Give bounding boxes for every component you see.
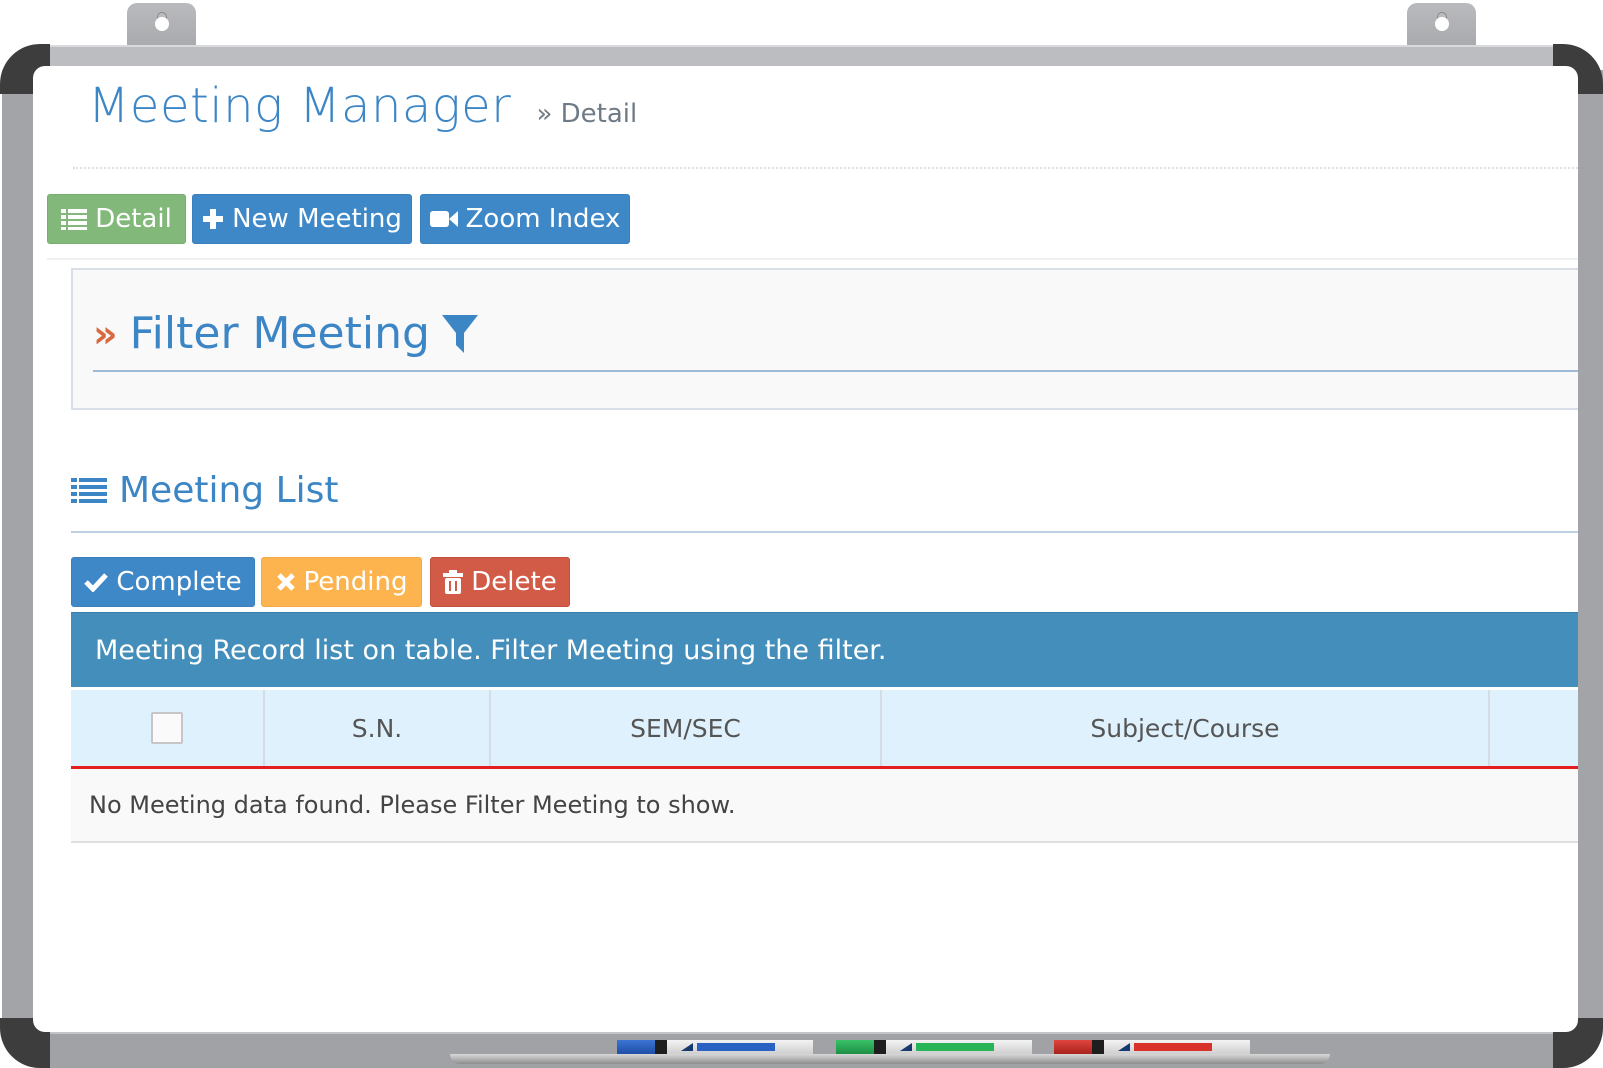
select-all-checkbox[interactable] xyxy=(151,712,183,744)
plus-icon xyxy=(203,209,224,229)
pending-button-label: Pending xyxy=(303,567,408,597)
page-content: Meeting Manager » Detail Detail New Meet… xyxy=(33,66,1578,1032)
table-row: No Meeting data found. Please Filter Mee… xyxy=(71,767,1578,843)
info-banner-text: Meeting Record list on table. Filter Mee… xyxy=(95,634,887,666)
meeting-table: S.N. SEM/SEC Subject/Course No Meeting d… xyxy=(71,690,1578,843)
filter-funnel-icon xyxy=(441,314,478,353)
zoom-index-button-label: Zoom Index xyxy=(465,204,621,234)
delete-button-label: Delete xyxy=(471,567,557,597)
detail-button-label: Detail xyxy=(95,204,172,234)
list-icon xyxy=(61,209,88,230)
whiteboard-surface: Meeting Manager » Detail Detail New Meet… xyxy=(33,66,1578,1032)
delete-button[interactable]: Delete xyxy=(430,557,570,607)
column-header-subject-course[interactable]: Subject/Course xyxy=(881,690,1490,769)
page-title: Meeting Manager xyxy=(88,78,512,134)
frame-top xyxy=(40,45,1564,66)
info-banner: Meeting Record list on table. Filter Mee… xyxy=(71,612,1578,687)
breadcrumb: » Detail xyxy=(536,99,638,129)
zoom-index-button[interactable]: Zoom Index xyxy=(420,194,630,244)
filter-panel-header[interactable]: » Filter Meeting xyxy=(93,308,478,359)
filter-panel: » Filter Meeting xyxy=(71,268,1578,410)
toolbar-divider xyxy=(47,258,1578,260)
check-icon xyxy=(84,573,109,592)
filter-panel-title: Filter Meeting xyxy=(129,308,430,359)
column-header-extra xyxy=(1489,690,1578,769)
new-meeting-button[interactable]: New Meeting xyxy=(192,194,412,244)
list-icon xyxy=(71,477,107,503)
times-icon xyxy=(276,573,295,591)
filter-panel-divider xyxy=(93,370,1578,372)
column-header-sem-sec[interactable]: SEM/SEC xyxy=(490,690,882,769)
frame-left xyxy=(2,70,34,1025)
table-header-row: S.N. SEM/SEC Subject/Course xyxy=(71,690,1578,769)
column-header-sn[interactable]: S.N. xyxy=(264,690,491,769)
header-divider xyxy=(73,167,1578,169)
detail-button[interactable]: Detail xyxy=(47,194,186,244)
green-marker-icon xyxy=(836,1040,1032,1054)
select-all-column xyxy=(71,690,265,769)
frame-right xyxy=(1577,70,1603,1025)
page-header: Meeting Manager » Detail xyxy=(88,78,637,134)
frame-hook-left xyxy=(127,3,196,47)
trash-icon xyxy=(443,570,464,594)
blue-marker-icon xyxy=(617,1040,813,1054)
meeting-list-header: Meeting List xyxy=(71,470,339,511)
video-camera-icon xyxy=(429,211,458,227)
new-meeting-button-label: New Meeting xyxy=(232,204,402,234)
marker-tray xyxy=(450,1054,1330,1064)
complete-button[interactable]: Complete xyxy=(71,557,255,607)
meeting-list-title: Meeting List xyxy=(119,470,339,511)
meeting-list-divider xyxy=(71,531,1578,533)
double-chevron-right-icon: » xyxy=(93,311,118,356)
frame-hook-right xyxy=(1407,3,1476,47)
empty-table-message: No Meeting data found. Please Filter Mee… xyxy=(71,767,1578,843)
red-marker-icon xyxy=(1054,1040,1250,1054)
complete-button-label: Complete xyxy=(116,567,242,597)
pending-button[interactable]: Pending xyxy=(261,557,422,607)
